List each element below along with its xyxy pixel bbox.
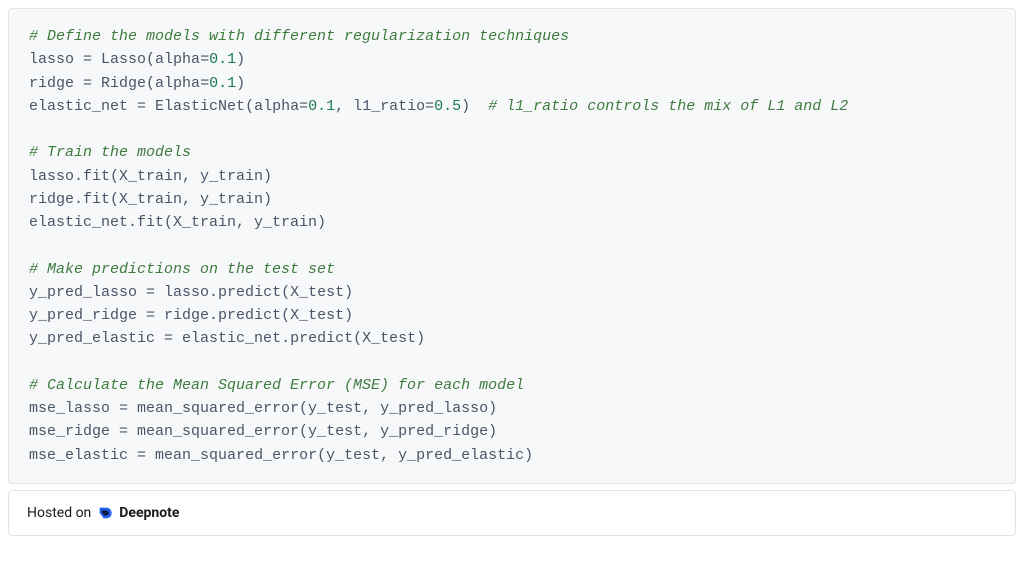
code-op: = — [83, 51, 92, 68]
code-op: = — [164, 330, 173, 347]
code-text: y_pred_elastic — [29, 330, 164, 347]
code-text: elastic_net.predict(X_test) — [173, 330, 425, 347]
code-op: = — [119, 423, 128, 440]
code-text: y_pred_ridge — [29, 307, 146, 324]
code-op: = — [83, 75, 92, 92]
code-text: ridge.predict(X_test) — [155, 307, 353, 324]
code-text: ) — [461, 98, 488, 115]
code-text: mean_squared_error(y_test, y_pred_elasti… — [146, 447, 533, 464]
code-text: ridge.fit(X_train, y_train) — [29, 191, 272, 208]
code-text: Ridge(alpha — [92, 75, 200, 92]
code-number: 0.1 — [209, 51, 236, 68]
code-text: mse_elastic — [29, 447, 137, 464]
code-op: = — [200, 75, 209, 92]
code-text: lasso.fit(X_train, y_train) — [29, 168, 272, 185]
code-number: 0.1 — [209, 75, 236, 92]
code-comment: # Calculate the Mean Squared Error (MSE)… — [29, 377, 524, 394]
code-op: = — [200, 51, 209, 68]
code-op: = — [137, 447, 146, 464]
code-number: 0.1 — [308, 98, 335, 115]
code-text: ) — [236, 75, 245, 92]
code-text: ridge — [29, 75, 83, 92]
code-comment: # Make predictions on the test set — [29, 261, 335, 278]
code-op: = — [299, 98, 308, 115]
code-text: mse_lasso — [29, 400, 119, 417]
code-op: = — [137, 98, 146, 115]
code-comment: # Define the models with different regul… — [29, 28, 569, 45]
code-text: Lasso(alpha — [92, 51, 200, 68]
code-text: lasso.predict(X_test) — [155, 284, 353, 301]
code-cell: # Define the models with different regul… — [8, 8, 1016, 484]
deepnote-logo-icon — [97, 505, 113, 521]
code-text: elastic_net.fit(X_train, y_train) — [29, 214, 326, 231]
code-text: ElasticNet(alpha — [146, 98, 299, 115]
code-text: elastic_net — [29, 98, 137, 115]
code-comment: # Train the models — [29, 144, 191, 161]
code-op: = — [146, 284, 155, 301]
code-op: = — [119, 400, 128, 417]
code-text: mean_squared_error(y_test, y_pred_ridge) — [128, 423, 497, 440]
code-text: ) — [236, 51, 245, 68]
code-text: , l1_ratio — [335, 98, 425, 115]
code-op: = — [146, 307, 155, 324]
code-comment: # l1_ratio controls the mix of L1 and L2 — [488, 98, 848, 115]
code-text: y_pred_lasso — [29, 284, 146, 301]
code-text: mse_ridge — [29, 423, 119, 440]
code-text: mean_squared_error(y_test, y_pred_lasso) — [128, 400, 497, 417]
code-op: = — [425, 98, 434, 115]
brand-name: Deepnote — [119, 505, 179, 521]
code-number: 0.5 — [434, 98, 461, 115]
hosted-label: Hosted on — [27, 505, 91, 521]
code-text: lasso — [29, 51, 83, 68]
hosted-footer: Hosted on Deepnote — [8, 490, 1016, 536]
